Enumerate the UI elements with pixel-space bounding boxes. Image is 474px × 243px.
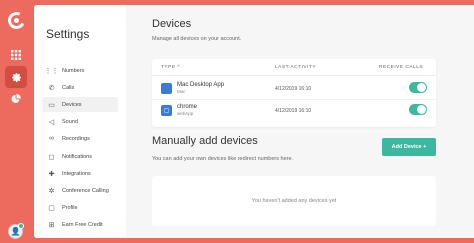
sidebar-item-recordings[interactable]: ∞ Recordings: [42, 131, 118, 146]
logo-icon[interactable]: [5, 9, 28, 32]
sidebar-item-label: Devices: [62, 101, 82, 108]
settings-panel: Settings ⋮⋮ Numbers ✆ Calls ▭ Devices ◁ …: [34, 5, 474, 238]
device-type: Mac: [177, 89, 186, 94]
speaker-icon: ◁: [48, 118, 55, 126]
puzzle-icon: ✚: [48, 170, 55, 178]
sidebar-item-integrations[interactable]: ✚ Integrations: [42, 166, 118, 181]
sidebar-item-devices[interactable]: ▭ Devices: [42, 97, 118, 112]
devices-subtitle: Manage all devices on your account.: [152, 36, 242, 42]
device-type: webApp: [177, 111, 194, 116]
table-header: TYPE ^ LAST ACTIVITY RECEIVE CALLS: [152, 59, 436, 76]
voicemail-icon: ∞: [49, 135, 54, 142]
device-last-activity: 4/12/2019 16:10: [275, 86, 312, 92]
sidebar-item-earn-free-credit[interactable]: ⊞ Earn Free Credit: [42, 217, 118, 232]
empty-devices-state: You haven't added any devices yet: [152, 176, 436, 226]
devices-table: TYPE ^ LAST ACTIVITY RECEIVE CALLS Mac D…: [152, 59, 436, 127]
device-last-activity: 4/12/2019 16:10: [275, 108, 312, 114]
gift-icon: ⊞: [48, 221, 55, 229]
sidebar-item-profile[interactable]: ▢ Profile: [42, 200, 118, 215]
receive-calls-toggle[interactable]: [409, 104, 427, 115]
browser-icon: ▢: [161, 105, 172, 116]
sidebar-item-calls[interactable]: ✆ Calls: [42, 80, 118, 95]
sidebar-item-label: Recordings: [62, 135, 90, 142]
sidebar-item-conference-calling[interactable]: ✲ Conference Calling: [42, 183, 118, 198]
empty-state-text: You haven't added any devices yet: [251, 198, 337, 204]
sidebar-item-label: Earn Free Credit: [62, 221, 103, 228]
settings-title: Settings: [46, 27, 90, 41]
add-device-button[interactable]: Add Device +: [382, 138, 436, 156]
gear-icon[interactable]: [5, 66, 27, 88]
sidebar-item-label: Integrations: [62, 170, 91, 177]
settings-sidebar: Settings ⋮⋮ Numbers ✆ Calls ▭ Devices ◁ …: [34, 5, 126, 238]
sidebar-item-label: Notifications: [62, 153, 92, 160]
phone-icon: ✆: [48, 84, 55, 92]
sidebar-item-sound[interactable]: ◁ Sound: [42, 114, 118, 129]
sidebar-item-label: Calls: [62, 84, 75, 91]
sidebar-item-label: Conference Calling: [62, 187, 109, 194]
apps-icon[interactable]: [5, 44, 27, 66]
status-dot: [18, 223, 24, 229]
sidebar-item-notifications[interactable]: ◻ Notifications: [42, 149, 118, 164]
manual-devices-subtitle: You can add your own devices like redire…: [152, 156, 294, 162]
receive-calls-toggle[interactable]: [409, 82, 427, 93]
apple-icon: [161, 83, 172, 94]
conference-icon: ✲: [48, 187, 55, 195]
left-rail: 👤: [0, 0, 33, 243]
monitor-icon: ▭: [48, 101, 55, 109]
sidebar-item-numbers[interactable]: ⋮⋮ Numbers: [42, 63, 118, 78]
device-name: chrome: [177, 104, 198, 110]
sidebar-item-label: Sound: [62, 118, 78, 125]
table-row: Mac Desktop App Mac 4/12/2019 16:10: [152, 78, 436, 100]
sidebar-item-label: Profile: [62, 204, 78, 211]
page-title: Devices: [152, 18, 192, 30]
column-last-activity[interactable]: LAST ACTIVITY: [275, 65, 316, 70]
grid-icon: ⋮⋮: [44, 67, 59, 75]
main-content: Devices Manage all devices on your accou…: [126, 5, 474, 238]
pie-chart-icon[interactable]: [5, 88, 27, 110]
device-name: Mac Desktop App: [177, 82, 225, 88]
manual-devices-heading: Manually add devices: [152, 135, 258, 147]
column-receive-calls[interactable]: RECEIVE CALLS: [379, 65, 423, 70]
table-row: ▢ chrome webApp 4/12/2019 16:10: [152, 100, 436, 122]
bell-icon: ◻: [48, 153, 55, 161]
avatar[interactable]: 👤: [8, 223, 24, 239]
column-type[interactable]: TYPE ^: [161, 65, 180, 70]
sort-asc-icon: ^: [177, 65, 181, 70]
sidebar-item-label: Numbers: [62, 67, 85, 74]
user-icon: ▢: [48, 204, 55, 212]
